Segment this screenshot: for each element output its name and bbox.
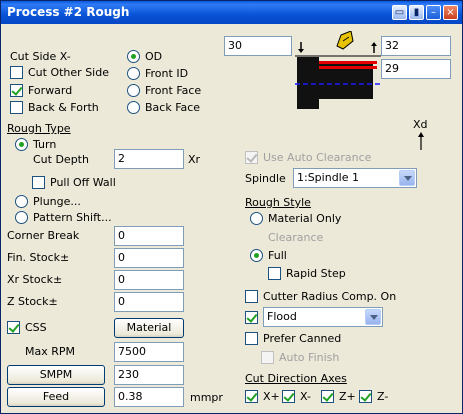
plunge-radio[interactable] bbox=[15, 195, 28, 208]
coolant-select[interactable]: Flood bbox=[263, 307, 383, 327]
pattern-shift-label[interactable]: Pattern Shift... bbox=[33, 211, 112, 225]
back-forth-checkbox[interactable] bbox=[10, 101, 23, 114]
css-label[interactable]: CSS bbox=[25, 321, 47, 335]
turn-label[interactable]: Turn bbox=[33, 138, 56, 152]
rapid-step-label[interactable]: Rapid Step bbox=[286, 267, 346, 281]
rapid-step-checkbox[interactable] bbox=[268, 267, 281, 280]
cut-direction-heading: Cut Direction Axes bbox=[245, 372, 347, 385]
xr-stock-label: Xr Stock± bbox=[7, 273, 63, 286]
xplus-checkbox[interactable] bbox=[245, 390, 258, 403]
od-radio[interactable] bbox=[127, 50, 140, 63]
fin-stock-label: Fin. Stock± bbox=[7, 251, 70, 264]
material-only-radio[interactable] bbox=[250, 212, 263, 225]
cut-depth-unit: Xr bbox=[188, 153, 201, 166]
chevron-down-icon[interactable] bbox=[365, 309, 381, 325]
pattern-shift-radio[interactable] bbox=[15, 211, 28, 224]
back-face-radio[interactable] bbox=[127, 101, 140, 114]
forward-label[interactable]: Forward bbox=[28, 84, 72, 98]
diagram-right-top-field[interactable]: 32 bbox=[381, 36, 451, 56]
zminus-checkbox[interactable] bbox=[359, 390, 372, 403]
z-stock-label: Z Stock± bbox=[7, 295, 58, 308]
auto-finish-checkbox[interactable] bbox=[261, 351, 274, 364]
z-stock-field[interactable]: 0 bbox=[114, 292, 184, 312]
front-id-label[interactable]: Front ID bbox=[145, 67, 188, 81]
od-label[interactable]: OD bbox=[145, 50, 162, 64]
smpm-field[interactable]: 230 bbox=[114, 365, 184, 385]
cut-other-side-label[interactable]: Cut Other Side bbox=[28, 66, 109, 80]
use-auto-clearance-label[interactable]: Use Auto Clearance bbox=[263, 151, 371, 165]
up-arrow-icon bbox=[371, 42, 377, 53]
zminus-label[interactable]: Z- bbox=[377, 390, 388, 404]
clearance-label: Clearance bbox=[268, 231, 324, 244]
chevron-down-icon[interactable] bbox=[399, 170, 415, 186]
rough-style-heading: Rough Style bbox=[245, 196, 311, 209]
spindle-select[interactable]: 1:Spindle 1 bbox=[293, 168, 417, 188]
auto-finish-label[interactable]: Auto Finish bbox=[279, 351, 339, 365]
fin-stock-field[interactable]: 0 bbox=[114, 248, 184, 268]
full-radio[interactable] bbox=[250, 249, 263, 262]
front-face-radio[interactable] bbox=[127, 84, 140, 97]
max-rpm-label: Max RPM bbox=[25, 345, 76, 358]
zplus-label[interactable]: Z+ bbox=[339, 390, 356, 404]
prefer-canned-label[interactable]: Prefer Canned bbox=[263, 332, 341, 346]
feed-unit-label: mmpr bbox=[190, 391, 223, 404]
material-only-label[interactable]: Material Only bbox=[268, 212, 341, 226]
back-face-label[interactable]: Back Face bbox=[145, 101, 200, 115]
xminus-label[interactable]: X- bbox=[300, 390, 311, 404]
spindle-value: 1:Spindle 1 bbox=[297, 171, 359, 184]
turn-radio[interactable] bbox=[15, 138, 28, 151]
material-button[interactable]: Material bbox=[114, 318, 184, 338]
coolant-checkbox[interactable] bbox=[245, 311, 258, 324]
rough-type-heading: Rough Type bbox=[7, 122, 71, 135]
close-icon[interactable]: × bbox=[443, 5, 458, 20]
xd-axis-label: Xd bbox=[413, 118, 428, 131]
forward-checkbox[interactable] bbox=[10, 84, 23, 97]
spindle-label: Spindle bbox=[245, 172, 286, 185]
process-rough-dialog: Process #2 Rough ▭ ▮ – × Cut Side X- Cut… bbox=[0, 0, 463, 414]
xr-stock-field[interactable]: 0 bbox=[114, 270, 184, 290]
pull-off-wall-label[interactable]: Pull Off Wall bbox=[50, 176, 116, 190]
cut-side-label: Cut Side X- bbox=[10, 50, 71, 63]
cut-depth-label: Cut Depth bbox=[33, 153, 89, 166]
prefer-canned-checkbox[interactable] bbox=[245, 332, 258, 345]
cut-depth-field[interactable]: 2 bbox=[114, 149, 184, 169]
cut-other-side-checkbox[interactable] bbox=[10, 66, 23, 79]
rough-diagram bbox=[295, 31, 381, 109]
xminus-checkbox[interactable] bbox=[282, 390, 295, 403]
window-title: Process #2 Rough bbox=[7, 5, 130, 19]
corner-break-label: Corner Break bbox=[7, 229, 80, 242]
full-label[interactable]: Full bbox=[268, 249, 287, 263]
rough-pass-2 bbox=[319, 66, 377, 69]
zplus-checkbox[interactable] bbox=[321, 390, 334, 403]
smpm-button[interactable]: SMPM bbox=[7, 365, 105, 385]
css-checkbox[interactable] bbox=[7, 321, 20, 334]
xd-arrow-icon bbox=[418, 132, 424, 150]
cutting-tool-icon bbox=[336, 31, 354, 50]
corner-break-field[interactable]: 0 bbox=[114, 226, 184, 246]
coolant-value: Flood bbox=[267, 310, 297, 323]
cutter-radius-label[interactable]: Cutter Radius Comp. On bbox=[263, 290, 396, 304]
chuck-shape bbox=[297, 57, 319, 109]
diagram-left-field[interactable]: 30 bbox=[224, 36, 292, 56]
feed-button[interactable]: Feed bbox=[7, 387, 105, 407]
plunge-label[interactable]: Plunge... bbox=[33, 195, 81, 209]
pull-off-wall-checkbox[interactable] bbox=[32, 176, 45, 189]
pin-icon[interactable]: ▮ bbox=[409, 5, 424, 20]
cutter-radius-checkbox[interactable] bbox=[245, 290, 258, 303]
front-face-label[interactable]: Front Face bbox=[145, 84, 201, 98]
xplus-label[interactable]: X+ bbox=[263, 390, 280, 404]
max-rpm-field[interactable]: 7500 bbox=[114, 342, 184, 362]
use-auto-clearance-checkbox[interactable] bbox=[245, 151, 258, 164]
front-id-radio[interactable] bbox=[127, 67, 140, 80]
back-forth-label[interactable]: Back & Forth bbox=[28, 101, 99, 115]
minimize-icon[interactable]: – bbox=[426, 5, 441, 20]
down-arrow-icon bbox=[298, 42, 304, 53]
feed-field[interactable]: 0.38 bbox=[114, 387, 184, 407]
diagram-right-bottom-field[interactable]: 29 bbox=[381, 59, 451, 79]
restore-icon[interactable]: ▭ bbox=[392, 5, 407, 20]
rough-pass-1 bbox=[319, 61, 377, 64]
